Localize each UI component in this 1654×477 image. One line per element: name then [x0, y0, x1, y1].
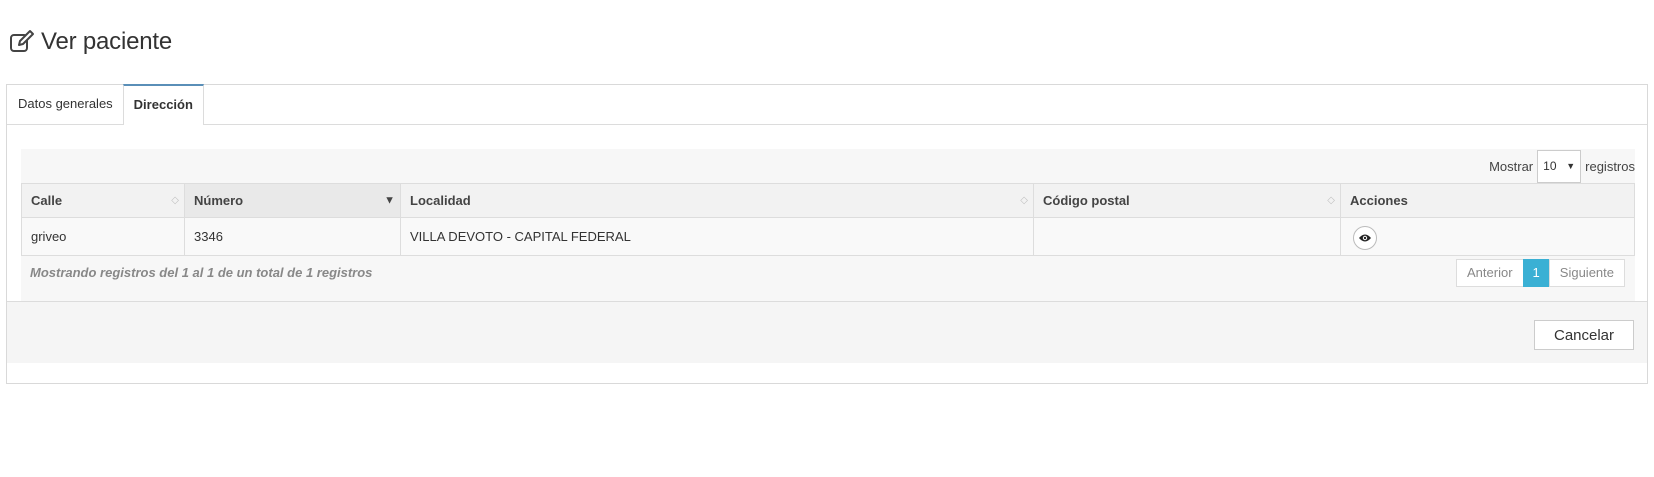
eye-icon — [1359, 234, 1371, 241]
cell-calle: griveo — [21, 217, 185, 256]
column-header-codigo-postal[interactable]: Código postal ◇ — [1033, 183, 1341, 218]
next-page-button[interactable]: Siguiente — [1548, 259, 1625, 287]
tab-bar: Datos generales Dirección — [7, 84, 1647, 125]
column-header-localidad[interactable]: Localidad ◇ — [400, 183, 1034, 218]
column-label: Número — [194, 193, 244, 208]
panel-footer: Cancelar — [7, 301, 1647, 363]
tab-content-direccion: Mostrar 10 ▼ registros Calle ◇ Número ▼ … — [7, 125, 1647, 319]
sort-both-icon: ◇ — [171, 194, 179, 206]
cell-numero: 3346 — [184, 217, 401, 256]
patient-panel: Datos generales Dirección Mostrar 10 ▼ r… — [6, 84, 1648, 384]
page-length-select[interactable]: 10 ▼ — [1537, 149, 1582, 183]
table-info: Mostrando registros del 1 al 1 de un tot… — [30, 265, 373, 280]
table-header-row: Calle ◇ Número ▼ Localidad ◇ Código post… — [21, 183, 1635, 218]
pagination: Anterior 1 Siguiente — [1456, 259, 1625, 287]
tab-datos-generales[interactable]: Datos generales — [8, 84, 123, 124]
column-header-numero[interactable]: Número ▼ — [184, 183, 401, 218]
cell-codigo-postal — [1033, 217, 1341, 256]
length-prefix-label: Mostrar — [1489, 158, 1534, 174]
edit-icon — [9, 29, 35, 55]
sort-both-icon: ◇ — [1020, 194, 1028, 206]
column-label: Acciones — [1350, 193, 1408, 208]
sort-desc-icon: ▼ — [384, 194, 395, 206]
column-label: Código postal — [1043, 193, 1130, 208]
address-datatable: Mostrar 10 ▼ registros Calle ◇ Número ▼ … — [21, 149, 1635, 303]
cell-localidad: VILLA DEVOTO - CAPITAL FEDERAL — [400, 217, 1034, 256]
column-header-calle[interactable]: Calle ◇ — [21, 183, 185, 218]
cancel-button[interactable]: Cancelar — [1534, 320, 1634, 350]
sort-both-icon: ◇ — [1327, 194, 1335, 206]
caret-down-icon: ▼ — [1566, 161, 1576, 171]
column-label: Localidad — [410, 193, 471, 208]
cell-acciones — [1340, 217, 1635, 256]
tab-direccion[interactable]: Dirección — [122, 84, 204, 125]
column-header-acciones: Acciones — [1340, 183, 1635, 218]
prev-page-button[interactable]: Anterior — [1456, 259, 1524, 287]
page-length-value: 10 — [1543, 159, 1557, 173]
page-1-button[interactable]: 1 — [1522, 259, 1550, 287]
page-length-control: Mostrar 10 ▼ registros — [1489, 149, 1635, 183]
address-table: Calle ◇ Número ▼ Localidad ◇ Código post… — [21, 183, 1635, 256]
table-row: griveo 3346 VILLA DEVOTO - CAPITAL FEDER… — [21, 217, 1635, 256]
page-title: Ver paciente — [41, 28, 173, 55]
length-suffix-label: registros — [1585, 158, 1635, 174]
page-header: Ver paciente — [9, 27, 172, 57]
view-button[interactable] — [1353, 225, 1377, 250]
column-label: Calle — [31, 193, 63, 208]
